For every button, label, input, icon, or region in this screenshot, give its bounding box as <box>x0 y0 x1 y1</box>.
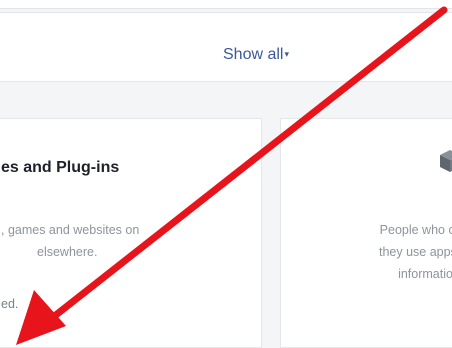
panel-status-text: ed. <box>1 297 19 311</box>
panel-description-line: , games and websites on <box>1 223 140 237</box>
panel-title: es and Plug-ins <box>1 159 120 176</box>
cube-icon <box>440 150 452 172</box>
apps-others-use-panel[interactable]: People who can s they use apps. Us infor… <box>280 118 452 348</box>
apps-plugins-panel[interactable]: es and Plug-ins , games and websites on … <box>0 118 262 348</box>
show-all-bar: Show all▾ <box>0 12 452 82</box>
panel-description-line: they use apps. Us <box>378 245 452 259</box>
panel-description-line: elsewhere. <box>37 245 98 259</box>
show-all-label: Show all <box>223 46 284 63</box>
panel-description-line: information <box>398 267 452 281</box>
caret-down-icon: ▾ <box>284 49 290 59</box>
panel-description: , games and websites on elsewhere. <box>1 219 139 263</box>
show-all-button[interactable]: Show all▾ <box>223 46 289 64</box>
panel-description-line: People who can s <box>379 223 452 237</box>
top-section-edge <box>0 0 452 9</box>
panel-description: People who can s they use apps. Us infor… <box>319 219 452 285</box>
